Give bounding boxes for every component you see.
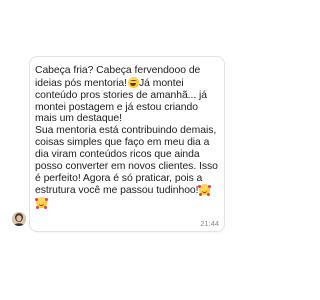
laughing-face-emoji-icon [127,76,139,88]
smiling-face-with-hearts-emoji-icon [34,197,47,209]
avatar-icon [12,212,26,226]
chat-area: Cabeça fria? Cabeça fervendooo de ideias… [0,0,240,300]
message-line-3: Sua mentoria está contribuindo demais, c… [35,125,218,197]
smiling-face-with-hearts-emoji-icon [198,184,210,196]
sender-avatar[interactable] [12,212,26,226]
message-text: Cabeça fria? Cabeça fervendooo de ideias… [34,65,221,210]
message-bubble[interactable]: Cabeça fria? Cabeça fervendooo de ideias… [29,56,225,232]
message-timestamp: 21:44 [200,219,219,228]
